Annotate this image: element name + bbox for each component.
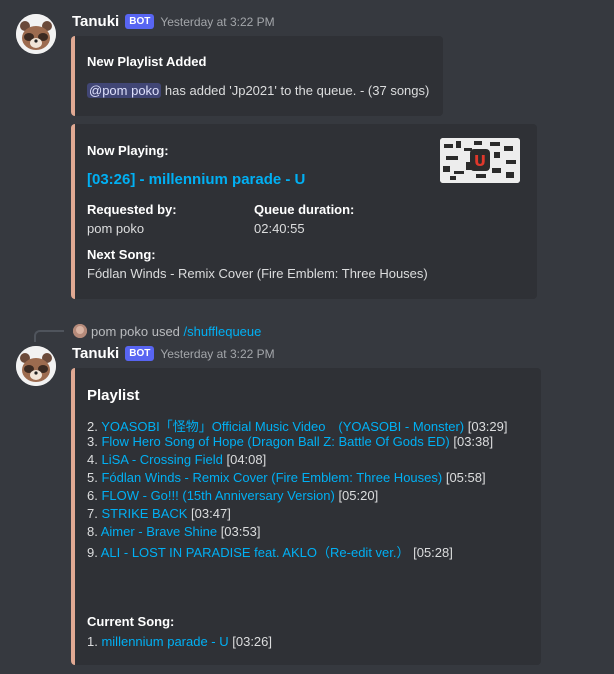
item-number: 9. bbox=[87, 545, 98, 560]
item-number: 6. bbox=[87, 488, 98, 503]
item-duration: [03:26] bbox=[228, 634, 273, 649]
track-link[interactable]: STRIKE BACK bbox=[101, 506, 187, 521]
timestamp[interactable]: Yesterday at 3:22 PM bbox=[160, 15, 274, 29]
reply-context: pom poko used /shufflequeue bbox=[91, 324, 261, 339]
track-thumbnail[interactable]: U bbox=[440, 138, 520, 183]
reply-connector bbox=[34, 330, 64, 342]
track-link[interactable]: YOASOBI「怪物」Official Music Video (YOASOBI… bbox=[101, 419, 464, 434]
item-number: 8. bbox=[87, 524, 98, 539]
reply-command[interactable]: /shufflequeue bbox=[184, 324, 262, 339]
next-song-label: Next Song: bbox=[87, 247, 156, 262]
track-link[interactable]: Aimer - Brave Shine bbox=[101, 524, 217, 539]
item-number: 4. bbox=[87, 452, 98, 467]
playlist-embed: Playlist 2. YOASOBI「怪物」Official Music Vi… bbox=[71, 368, 541, 665]
tanuki-avatar[interactable] bbox=[16, 346, 56, 386]
track-link[interactable]: Flow Hero Song of Hope (Dragon Ball Z: B… bbox=[101, 434, 449, 449]
item-duration: [03:53] bbox=[217, 524, 261, 539]
playlist-item: 7. STRIKE BACK [03:47] bbox=[87, 506, 231, 521]
thumbnail-letter: U bbox=[474, 152, 486, 170]
now-playing-label: Now Playing: bbox=[87, 143, 169, 158]
next-song-value: Fódlan Winds - Remix Cover (Fire Emblem:… bbox=[87, 266, 428, 281]
item-duration: [03:47] bbox=[187, 506, 231, 521]
playlist-item: 3. Flow Hero Song of Hope (Dragon Ball Z… bbox=[87, 434, 493, 449]
message-header: Tanuki BOT Yesterday at 3:22 PM bbox=[72, 13, 275, 30]
item-duration: [05:28] bbox=[409, 545, 453, 560]
requested-by-value: pom poko bbox=[87, 221, 145, 236]
item-number: 7. bbox=[87, 506, 98, 521]
item-duration: [03:38] bbox=[449, 434, 494, 449]
reply-user-avatar[interactable] bbox=[73, 324, 87, 338]
playlist-item: 6. FLOW - Go!!! (15th Anniversary Versio… bbox=[87, 488, 378, 503]
track-link[interactable]: FLOW - Go!!! (15th Anniversary Version) bbox=[101, 488, 334, 503]
username[interactable]: Tanuki bbox=[72, 345, 119, 362]
playlist-item: 8. Aimer - Brave Shine [03:53] bbox=[87, 524, 260, 539]
playlist-item: 9. ALI - LOST IN PARADISE feat. AKLO（Re-… bbox=[87, 542, 453, 561]
new-playlist-embed: New Playlist Added @pom poko has added '… bbox=[71, 36, 443, 116]
item-number: 3. bbox=[87, 434, 98, 449]
track-link[interactable]: Fódlan Winds - Remix Cover (Fire Emblem:… bbox=[101, 470, 442, 485]
user-mention[interactable]: @pom poko bbox=[87, 83, 162, 98]
item-duration: [05:58] bbox=[442, 470, 486, 485]
track-link[interactable]: [03:26] - millennium parade - U bbox=[87, 171, 305, 188]
item-duration: [03:29] bbox=[464, 419, 508, 434]
timestamp[interactable]: Yesterday at 3:22 PM bbox=[160, 347, 274, 361]
item-number: 1. bbox=[87, 634, 98, 649]
queue-duration-value: 02:40:55 bbox=[254, 221, 305, 236]
bot-badge: BOT bbox=[125, 14, 155, 29]
current-song-item: 1. millennium parade - U [03:26] bbox=[87, 634, 272, 649]
embed-description-text: has added 'Jp2021' to the queue. - (37 s… bbox=[161, 83, 430, 98]
message-header: Tanuki BOT Yesterday at 3:22 PM bbox=[72, 345, 275, 362]
item-number: 2. bbox=[87, 419, 98, 434]
reply-used-text: used bbox=[151, 324, 180, 339]
requested-by-label: Requested by: bbox=[87, 202, 177, 217]
bot-badge: BOT bbox=[125, 346, 155, 361]
playlist-title: Playlist bbox=[87, 387, 140, 404]
item-duration: [05:20] bbox=[334, 488, 379, 503]
playlist-item: 5. Fódlan Winds - Remix Cover (Fire Embl… bbox=[87, 470, 486, 485]
playlist-item: 2. YOASOBI「怪物」Official Music Video (YOAS… bbox=[87, 416, 508, 435]
queue-duration-label: Queue duration: bbox=[254, 202, 355, 217]
track-link[interactable]: millennium parade - U bbox=[101, 634, 228, 649]
playlist-item: 4. LiSA - Crossing Field [04:08] bbox=[87, 452, 266, 467]
item-number: 5. bbox=[87, 470, 98, 485]
tanuki-avatar[interactable] bbox=[16, 14, 56, 54]
now-playing-embed: Now Playing: [03:26] - millennium parade… bbox=[71, 124, 537, 299]
current-song-label: Current Song: bbox=[87, 614, 175, 629]
embed-title: New Playlist Added bbox=[87, 54, 207, 69]
track-link[interactable]: ALI - LOST IN PARADISE feat. AKLO（Re-edi… bbox=[101, 545, 410, 560]
username[interactable]: Tanuki bbox=[72, 13, 119, 30]
item-duration: [04:08] bbox=[222, 452, 267, 467]
track-link[interactable]: LiSA - Crossing Field bbox=[101, 452, 222, 467]
reply-username[interactable]: pom poko bbox=[91, 324, 148, 339]
embed-description: @pom poko has added 'Jp2021' to the queu… bbox=[87, 83, 429, 98]
